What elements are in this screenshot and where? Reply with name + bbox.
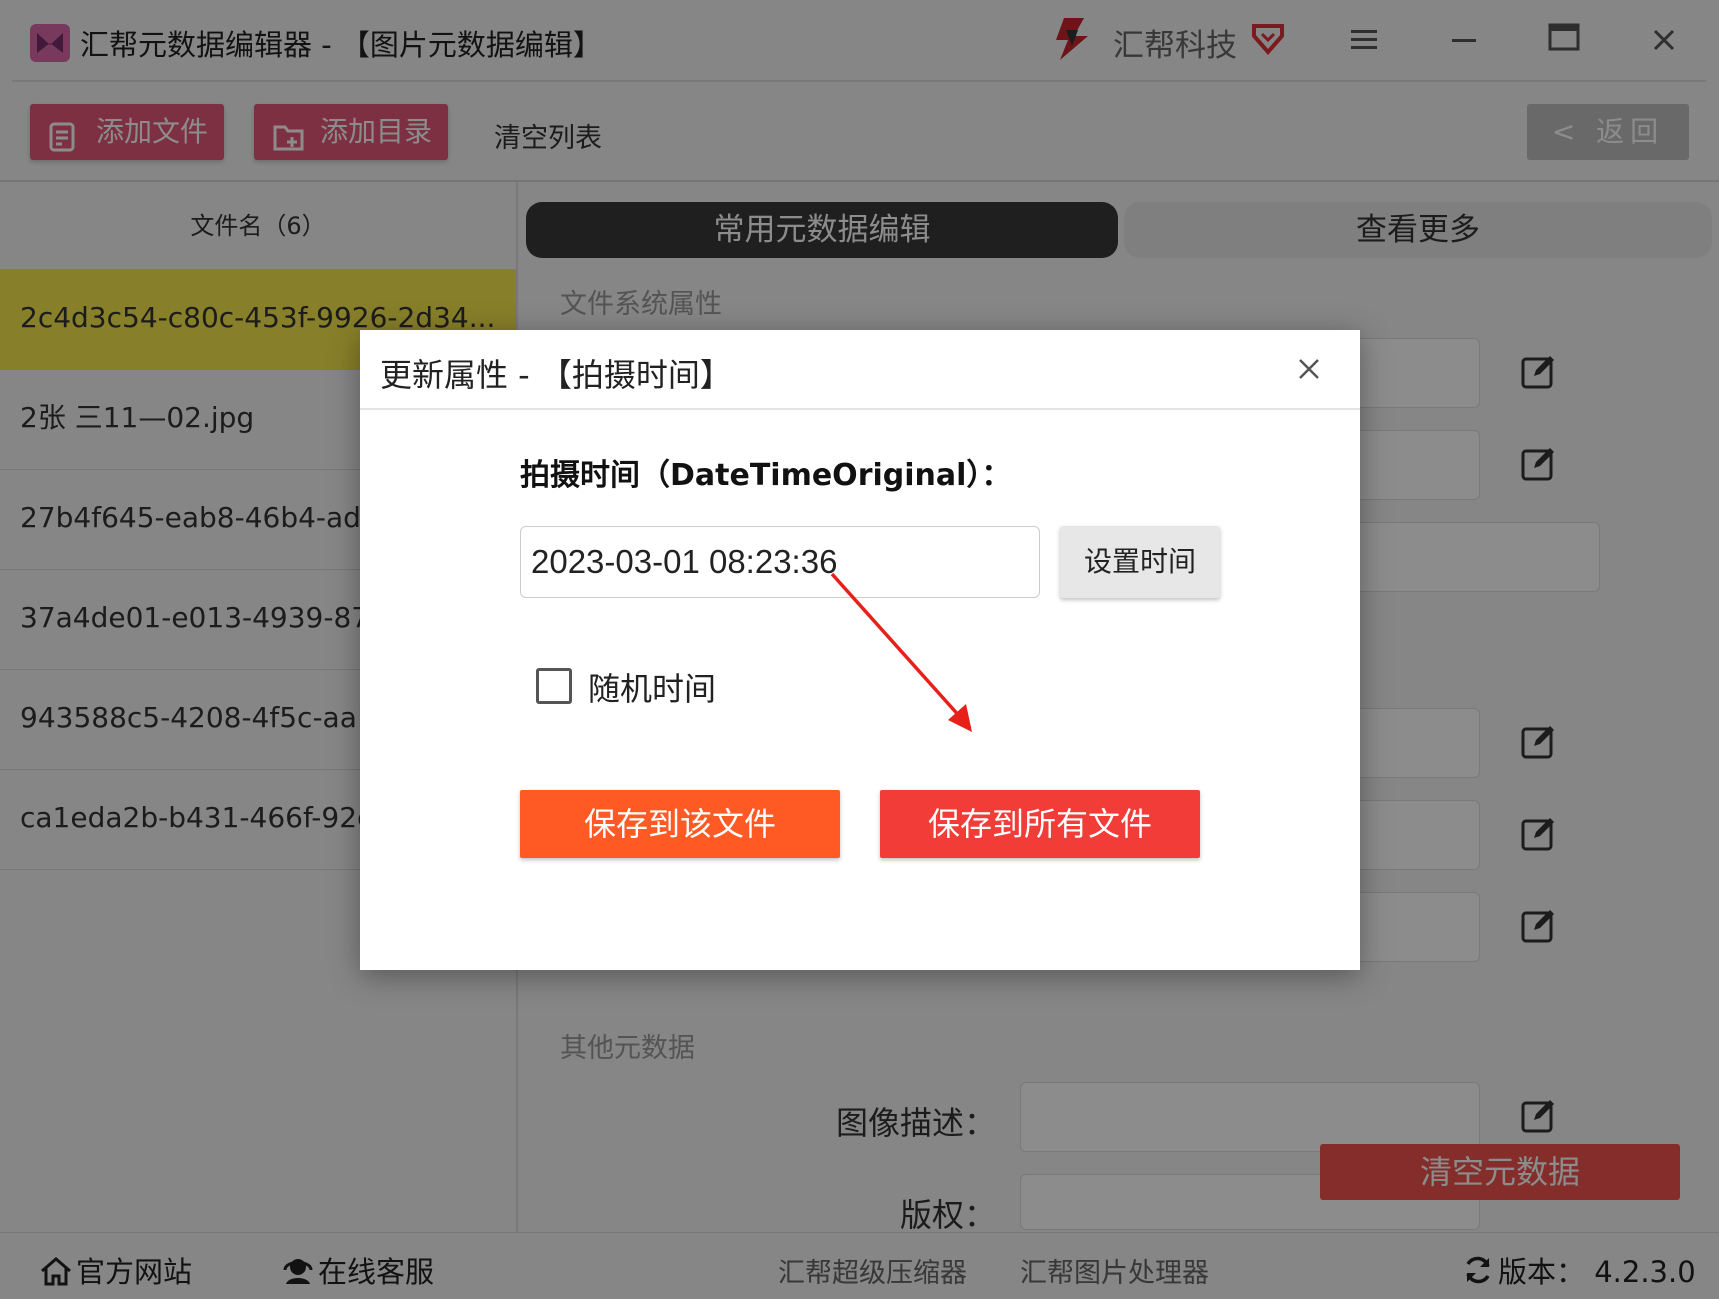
random-time-checkbox[interactable]	[536, 668, 572, 704]
set-time-button[interactable]: 设置时间	[1060, 526, 1220, 598]
datetime-original-label: 拍摄时间（DateTimeOriginal）：	[520, 458, 1012, 493]
dialog-title: 更新属性 - 【拍摄时间】	[380, 356, 732, 394]
random-time-label[interactable]: 随机时间	[588, 664, 716, 710]
save-to-this-file-button[interactable]: 保存到该文件	[520, 790, 840, 858]
dialog-close-icon[interactable]	[1298, 352, 1320, 386]
dialog-header: 更新属性 - 【拍摄时间】	[360, 330, 1360, 410]
save-to-all-files-button[interactable]: 保存到所有文件	[880, 790, 1200, 858]
annotation-arrow-icon	[830, 572, 972, 732]
